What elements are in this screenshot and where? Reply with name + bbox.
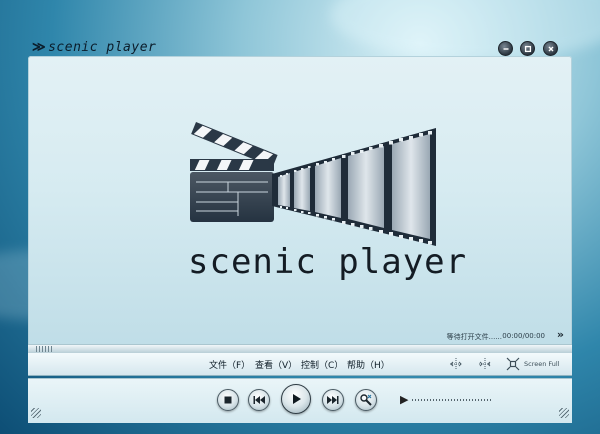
seek-handle[interactable] <box>36 346 52 352</box>
clapperboard-film-logo <box>190 122 436 246</box>
menu-control[interactable]: 控制（C） <box>301 358 343 371</box>
close-icon <box>548 46 553 51</box>
time-display: 00:00/00:00 <box>502 332 545 340</box>
previous-button[interactable] <box>248 389 270 411</box>
menu-help[interactable]: 帮助（H） <box>347 358 390 371</box>
next-button[interactable] <box>322 389 344 411</box>
background-streak <box>330 0 600 60</box>
stop-button[interactable] <box>217 389 239 411</box>
volume-track <box>412 399 492 401</box>
control-panel: ▶ <box>28 378 572 423</box>
expand-view-icon <box>479 358 491 370</box>
status-message: 等待打开文件...... <box>446 333 502 341</box>
screen-full-label[interactable]: Screen Full <box>524 360 560 368</box>
stop-icon <box>224 396 232 404</box>
film-strip-icon <box>272 128 436 246</box>
menu-file[interactable]: 文件（F） <box>209 358 250 371</box>
close-button[interactable] <box>543 41 558 56</box>
play-button[interactable] <box>281 384 311 414</box>
video-area[interactable]: scenic player 等待打开文件...... 00:00/00:00 » <box>28 56 572 350</box>
screen-full-icon <box>506 357 520 371</box>
menu-view[interactable]: 查看（V） <box>255 358 297 371</box>
title-chevron-icon: ≫ <box>32 40 47 55</box>
expand-view-button[interactable] <box>477 356 493 372</box>
shrink-view-icon <box>450 358 462 370</box>
menu-bar: 文件（F） 查看（V） 控制（C） 帮助（H） Screen Full <box>28 353 572 376</box>
resize-grip-right[interactable] <box>559 408 569 418</box>
clapperboard-icon <box>190 122 278 222</box>
app-title-text: scenic player <box>48 40 157 55</box>
app-title: ≫ scenic player <box>32 40 156 55</box>
volume-handle-icon[interactable]: ▶ <box>400 393 408 406</box>
previous-icon <box>253 396 265 404</box>
next-icon <box>327 396 339 404</box>
playlist-toggle-icon[interactable]: » <box>557 328 564 341</box>
minimize-icon <box>503 47 508 50</box>
settings-button[interactable] <box>355 389 377 411</box>
minimize-button[interactable] <box>498 41 513 56</box>
volume-slider[interactable]: ▶ <box>400 393 492 406</box>
play-icon <box>293 394 301 404</box>
screen-full-button[interactable] <box>505 356 521 372</box>
logo-wordmark: scenic player <box>188 242 468 282</box>
maximize-icon <box>524 45 531 52</box>
maximize-button[interactable] <box>520 41 535 56</box>
settings-icon <box>360 394 372 406</box>
shrink-view-button[interactable] <box>448 356 464 372</box>
resize-grip-left[interactable] <box>31 408 41 418</box>
